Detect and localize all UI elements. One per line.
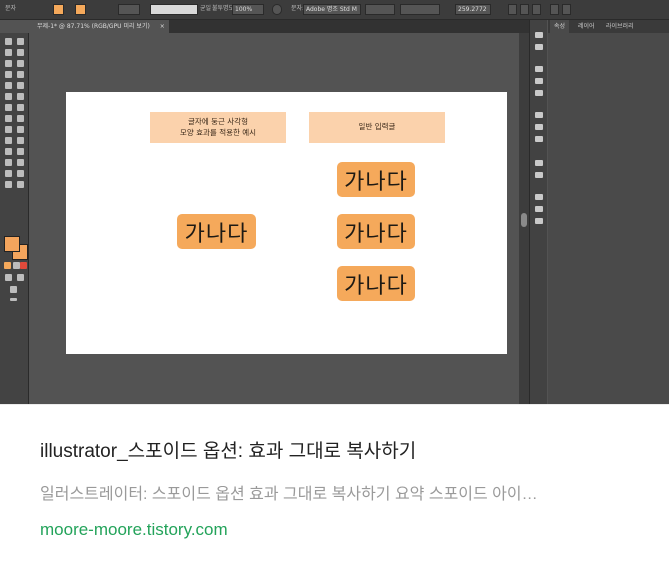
link-preview-card[interactable]: illustrator_스포이드 옵션: 효과 그대로 복사하기 일러스트레이터… (0, 404, 669, 570)
scale-tool-icon[interactable] (17, 104, 24, 111)
document-tab[interactable]: 무제-1* @ 87.71% (RGB/GPU 미리 보기) × (29, 20, 169, 33)
card-title[interactable]: illustrator_스포이드 옵션: 효과 그대로 복사하기 (40, 436, 416, 463)
slice-tool-icon[interactable] (17, 170, 24, 177)
tab-libraries[interactable]: 라이브러리 (602, 20, 638, 33)
font-style-dropdown[interactable] (365, 4, 395, 15)
document-tab-title: 무제-1* @ 87.71% (RGB/GPU 미리 보기) (37, 23, 150, 30)
perspective-grid-tool-icon[interactable] (17, 126, 24, 133)
color-guide-panel-icon[interactable] (535, 44, 543, 50)
symbol-sprayer-tool-icon[interactable] (5, 159, 12, 166)
document-tab-bar: 무제-1* @ 87.71% (RGB/GPU 미리 보기) × (29, 20, 529, 33)
transparency-panel-icon[interactable] (535, 136, 543, 142)
artboard-tool-icon[interactable] (5, 170, 12, 177)
eyedropper-tool-icon[interactable] (5, 148, 12, 155)
font-weight-dropdown[interactable] (400, 4, 440, 15)
menu-icon[interactable] (562, 4, 571, 15)
width-tool-icon[interactable] (5, 115, 12, 122)
column-graph-tool-icon[interactable] (17, 159, 24, 166)
rectangle-tool-icon[interactable] (5, 82, 12, 89)
artboard[interactable]: 글자에 둥근 사각형 모양 효과를 적용한 예시 일반 입력글 가나다 가나다 … (66, 92, 507, 354)
transform-icon[interactable] (550, 4, 559, 15)
magic-wand-tool-icon[interactable] (5, 49, 12, 56)
card-source-link[interactable]: moore-moore.tistory.com (40, 520, 228, 540)
properties-panel: 속성 레이어 라이브러리 (548, 20, 669, 404)
none-mode-icon[interactable] (20, 262, 27, 269)
shape-builder-tool-icon[interactable] (5, 126, 12, 133)
align-left-icon[interactable] (508, 4, 517, 15)
symbols-panel-icon[interactable] (535, 90, 543, 96)
blend-tool-icon[interactable] (17, 148, 24, 155)
illustrator-screenshot: 문자 균일 불투명도: 100% 문자: Adobe 명조 Std M 259.… (0, 0, 669, 404)
type-tool-icon[interactable] (5, 71, 12, 78)
sample-text-middle-right[interactable]: 가나다 (337, 214, 415, 249)
sample-text-top-right[interactable]: 가나다 (337, 162, 415, 197)
asset-export-panel-icon[interactable] (535, 206, 543, 212)
swatches-panel-icon[interactable] (535, 66, 543, 72)
line-tool-icon[interactable] (17, 71, 24, 78)
zoom-tool-icon[interactable] (17, 181, 24, 188)
fill-swatch[interactable] (4, 236, 20, 252)
direct-selection-tool-icon[interactable] (17, 38, 24, 45)
graphic-styles-panel-icon[interactable] (535, 172, 543, 178)
fill-color-swatch[interactable] (53, 4, 64, 15)
sample-text-bottom-right[interactable]: 가나다 (337, 266, 415, 301)
tab-layers[interactable]: 레이어 (574, 20, 599, 33)
brushes-panel-icon[interactable] (535, 78, 543, 84)
artboards-panel-icon[interactable] (535, 218, 543, 224)
tools-panel (0, 33, 29, 404)
opacity-field[interactable]: 100% (232, 4, 264, 15)
tab-properties[interactable]: 속성 (550, 20, 570, 33)
selection-label: 문자 (5, 5, 17, 12)
draw-normal-icon[interactable] (5, 274, 12, 281)
paintbrush-tool-icon[interactable] (17, 82, 24, 89)
gradient-panel-icon[interactable] (535, 124, 543, 130)
width-profile-label: 균일 (200, 5, 212, 12)
layers-panel-icon[interactable] (535, 194, 543, 200)
mesh-tool-icon[interactable] (5, 137, 12, 144)
eraser-tool-icon[interactable] (17, 93, 24, 100)
panel-icon-strip (529, 20, 547, 404)
align-right-icon[interactable] (532, 4, 541, 15)
font-family-dropdown[interactable]: Adobe 명조 Std M (303, 4, 361, 15)
control-bar: 문자 균일 불투명도: 100% 문자: Adobe 명조 Std M 259.… (0, 0, 669, 20)
scrollbar-thumb[interactable] (521, 213, 527, 227)
shaper-tool-icon[interactable] (5, 93, 12, 100)
sample-text-left[interactable]: 가나다 (177, 214, 256, 249)
selection-tool-icon[interactable] (5, 38, 12, 45)
gradient-tool-icon[interactable] (17, 137, 24, 144)
draw-inside-icon[interactable] (17, 274, 24, 281)
example-label-rounded[interactable]: 글자에 둥근 사각형 모양 효과를 적용한 예시 (150, 112, 286, 143)
recolor-icon[interactable] (272, 4, 282, 15)
panel-tabs: 속성 레이어 라이브러리 (548, 20, 669, 33)
hand-tool-icon[interactable] (5, 181, 12, 188)
more-tools-icon[interactable] (10, 298, 17, 301)
stroke-weight-field[interactable] (118, 4, 140, 15)
stroke-profile-dropdown[interactable] (150, 4, 198, 15)
rotate-tool-icon[interactable] (5, 104, 12, 111)
align-center-icon[interactable] (520, 4, 529, 15)
pen-tool-icon[interactable] (5, 60, 12, 67)
color-panel-icon[interactable] (535, 32, 543, 38)
font-size-field[interactable]: 259.2772 (455, 4, 491, 15)
lasso-tool-icon[interactable] (17, 49, 24, 56)
card-description: 일러스트레이터: 스포이드 옵션 효과 그대로 복사하기 요약 스포이드 아이… (40, 486, 538, 503)
curvature-tool-icon[interactable] (17, 60, 24, 67)
free-transform-tool-icon[interactable] (17, 115, 24, 122)
color-mode-icon[interactable] (4, 262, 11, 269)
appearance-panel-icon[interactable] (535, 160, 543, 166)
canvas-vertical-scrollbar[interactable] (519, 33, 529, 404)
screen-mode-icon[interactable] (10, 286, 17, 293)
example-label-plain[interactable]: 일반 입력글 (309, 112, 445, 143)
stroke-panel-icon[interactable] (535, 112, 543, 118)
stroke-color-swatch[interactable] (75, 4, 86, 15)
gradient-mode-icon[interactable] (13, 262, 20, 269)
close-icon[interactable]: × (160, 23, 165, 30)
